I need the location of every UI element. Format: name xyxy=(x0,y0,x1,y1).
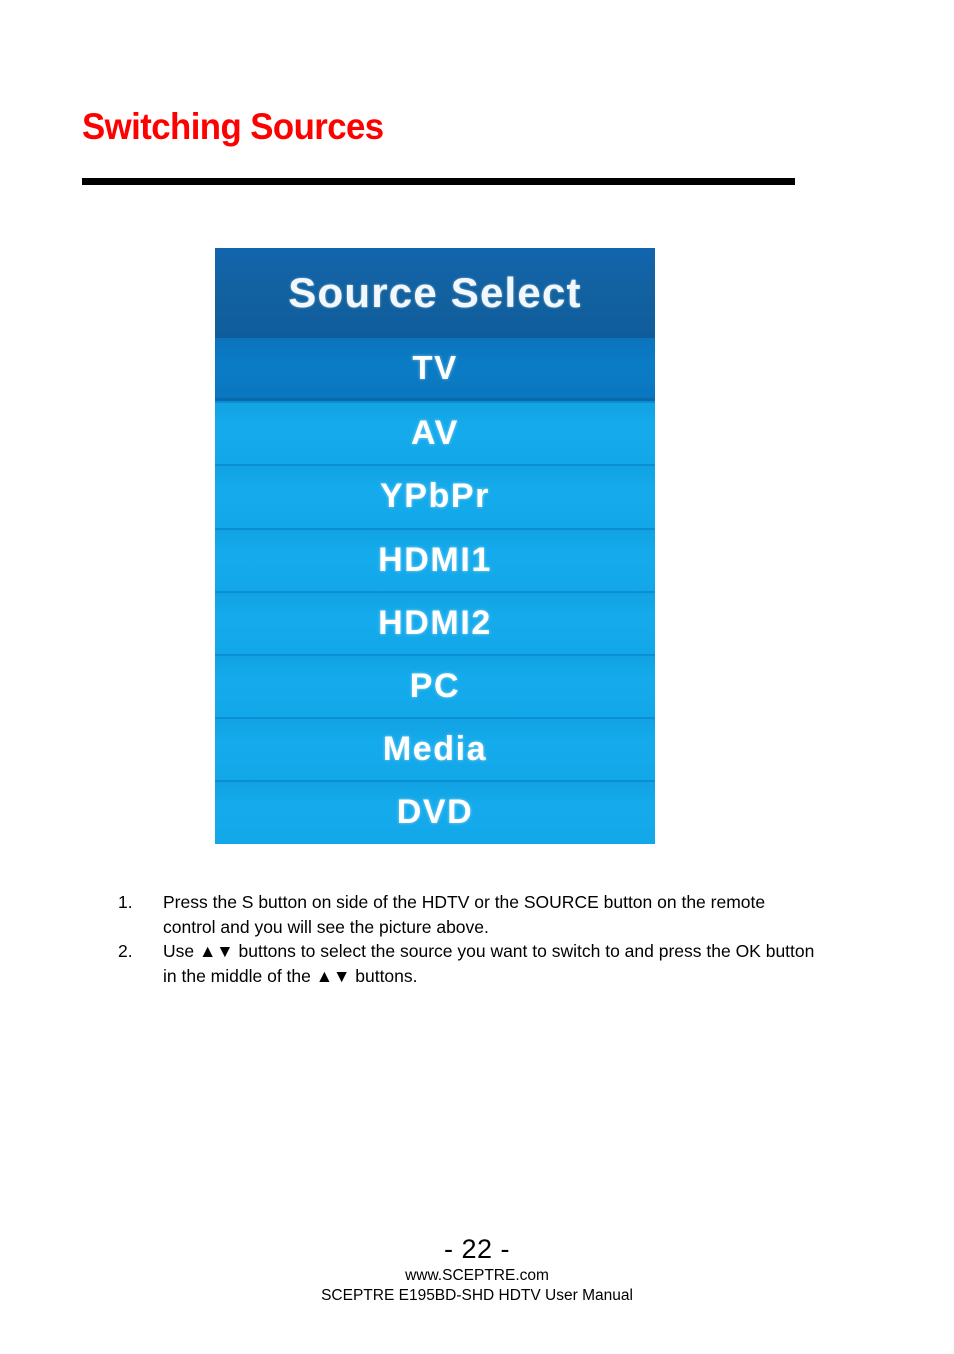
osd-source-label: Media xyxy=(382,730,488,769)
osd-source-label: TV xyxy=(412,349,458,387)
osd-source-item-dvd[interactable]: DVD xyxy=(215,780,655,844)
footer-website: www.SCEPTRE.com xyxy=(405,1267,549,1284)
instruction-text: Press the S button on side of the HDTV o… xyxy=(163,892,766,937)
osd-source-label: YPbPr xyxy=(379,477,491,516)
osd-source-label: PC xyxy=(409,667,461,706)
instruction-number: 1. xyxy=(118,892,133,912)
page-footer: - 22 - www.SCEPTRE.com SCEPTRE E195BD-SH… xyxy=(0,1232,954,1306)
osd-source-label: HDMI1 xyxy=(378,540,492,579)
instruction-text: Use ▲▼ buttons to select the source you … xyxy=(163,941,815,986)
osd-header: Source Select xyxy=(215,248,655,338)
page-number: - 22 - xyxy=(443,1234,511,1264)
osd-source-item-tv[interactable]: TV xyxy=(215,338,655,402)
osd-source-label: HDMI2 xyxy=(378,603,492,642)
osd-source-item-hdmi1[interactable]: HDMI1 xyxy=(215,527,655,591)
instruction-number: 2. xyxy=(118,941,133,961)
source-select-osd-figure: Source Select TV AV YPbPr HDMI1 HDMI2 PC… xyxy=(215,248,655,844)
instructions-list: 1. Press the S button on side of the HDT… xyxy=(118,890,818,988)
osd-source-label: DVD xyxy=(396,793,474,832)
osd-source-item-hdmi2[interactable]: HDMI2 xyxy=(215,590,655,654)
title-divider-rule xyxy=(82,178,795,185)
instruction-item: 2. Use ▲▼ buttons to select the source y… xyxy=(118,939,818,988)
osd-source-list: TV AV YPbPr HDMI1 HDMI2 PC Media DVD xyxy=(215,338,655,844)
osd-source-item-ypbpr[interactable]: YPbPr xyxy=(215,464,655,528)
osd-header-label: Source Select xyxy=(288,269,582,316)
footer-manual-title: SCEPTRE E195BD-SHD HDTV User Manual xyxy=(321,1287,633,1304)
instruction-item: 1. Press the S button on side of the HDT… xyxy=(118,890,818,939)
osd-source-item-media[interactable]: Media xyxy=(215,717,655,781)
osd-source-item-av[interactable]: AV xyxy=(215,401,655,465)
osd-source-item-pc[interactable]: PC xyxy=(215,653,655,718)
osd-source-label: AV xyxy=(411,414,459,453)
page-title: Switching Sources xyxy=(82,106,384,147)
